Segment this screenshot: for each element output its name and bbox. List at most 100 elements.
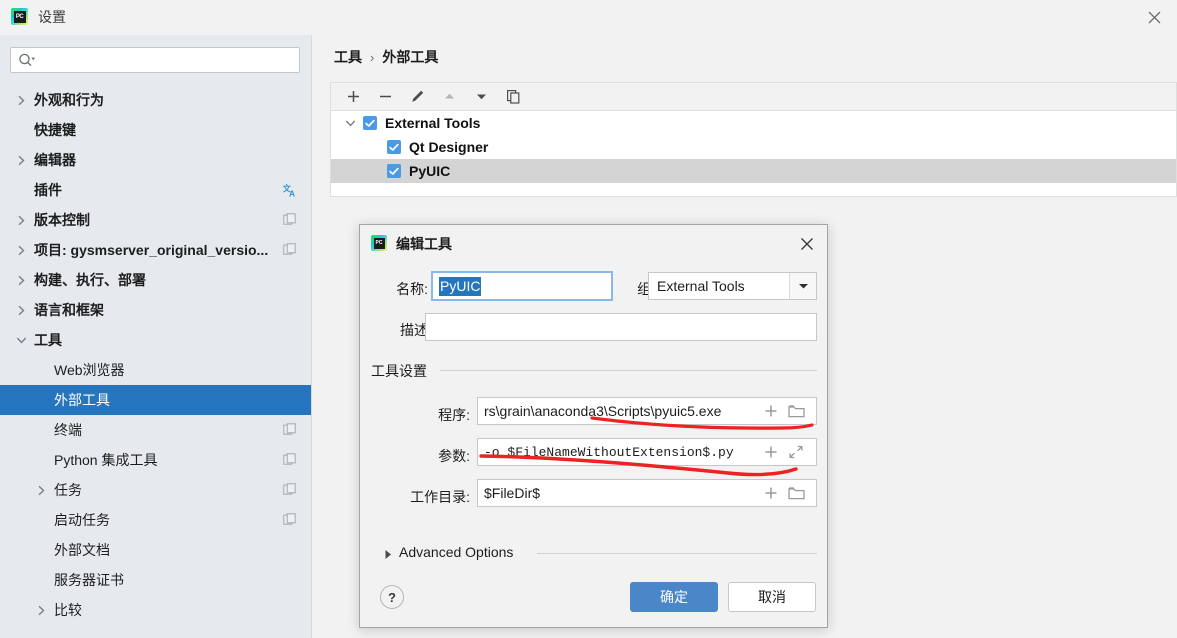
sidebar-item-3[interactable]: 编辑器 — [0, 145, 311, 175]
tool-list-label: PyUIC — [409, 163, 451, 179]
window-title: 设置 — [38, 9, 66, 25]
name-input[interactable]: PyUIC — [431, 271, 613, 301]
chevron-right-icon[interactable] — [34, 603, 48, 617]
window-titlebar: PC 设置 — [0, 0, 1177, 36]
plus-icon[interactable] — [764, 404, 778, 423]
advanced-options-label[interactable]: Advanced Options — [399, 544, 522, 560]
tool-list-label: External Tools — [385, 115, 481, 131]
dialog-title: 编辑工具 — [396, 236, 452, 252]
pycharm-icon-text: PC — [13, 10, 26, 23]
project-scope-icon — [283, 423, 297, 437]
sidebar-item-label: 插件 — [34, 182, 62, 198]
sidebar-item-label: 比较 — [54, 602, 82, 618]
breadcrumb-separator: › — [370, 49, 375, 65]
search-input[interactable] — [41, 48, 297, 74]
name-input-value: PyUIC — [439, 276, 482, 296]
move-up-icon[interactable] — [435, 85, 463, 109]
parameters-label: 参数: — [438, 448, 470, 464]
close-icon[interactable] — [1131, 0, 1177, 34]
description-input[interactable] — [425, 313, 817, 341]
search-box[interactable] — [10, 47, 300, 74]
chevron-right-icon[interactable] — [14, 273, 28, 287]
parameters-field-icons — [764, 445, 804, 464]
sidebar-item-9[interactable]: 工具 — [0, 325, 311, 355]
sidebar-item-4[interactable]: 插件 文 A — [0, 175, 311, 205]
working-directory-label: 工作目录: — [410, 489, 470, 505]
project-scope-icon — [283, 483, 297, 497]
chevron-right-icon[interactable] — [14, 93, 28, 107]
chevron-right-icon[interactable] — [34, 483, 48, 497]
translate-icon: 文A — [283, 183, 297, 199]
move-down-icon[interactable] — [467, 85, 495, 109]
sidebar-item-17[interactable]: 服务器证书 — [0, 565, 311, 595]
sidebar-item-label: 外部工具 — [54, 392, 110, 408]
chevron-right-icon[interactable] — [14, 213, 28, 227]
add-button[interactable] — [339, 85, 367, 109]
sidebar-item-12[interactable]: 终端 — [0, 415, 311, 445]
sidebar-item-15[interactable]: 启动任务 — [0, 505, 311, 535]
close-icon[interactable] — [797, 234, 817, 254]
settings-tree: 外观和行为快捷键 编辑器插件 文 A 版本控制项目: gysmserver_origin… — [0, 85, 311, 625]
breadcrumb-current: 外部工具 — [382, 49, 439, 65]
sidebar-item-8[interactable]: 语言和框架 — [0, 295, 311, 325]
project-scope-icon — [283, 243, 297, 257]
sidebar-item-7[interactable]: 构建、执行、部署 — [0, 265, 311, 295]
expand-icon[interactable] — [788, 445, 804, 464]
sidebar-item-label: Python 集成工具 — [54, 452, 158, 468]
sidebar-item-1[interactable]: 外观和行为 — [0, 85, 311, 115]
ok-button[interactable]: 确定 — [630, 582, 718, 612]
tool-list-row[interactable]: Qt Designer — [331, 135, 1176, 159]
edit-tool-dialog: PC 编辑工具 名称: PyUIC 组: External Tools 描述 工… — [359, 224, 828, 628]
sidebar-item-5[interactable]: 版本控制 — [0, 205, 311, 235]
sidebar-item-label: Web浏览器 — [54, 362, 125, 378]
settings-sidebar: 外观和行为快捷键 编辑器插件 文 A 版本控制项目: gysmserver_origin… — [0, 35, 312, 638]
checkbox-checked-icon[interactable] — [387, 140, 401, 154]
sidebar-item-16[interactable]: 外部文档 — [0, 535, 311, 565]
advanced-options-chevron-icon[interactable] — [384, 547, 393, 565]
tool-list-row[interactable]: External Tools — [331, 111, 1176, 135]
chevron-right-icon[interactable] — [14, 303, 28, 317]
working-directory-field-icons — [764, 486, 805, 505]
chevron-right-icon[interactable] — [14, 243, 28, 257]
copy-icon[interactable] — [499, 85, 527, 109]
plus-icon[interactable] — [764, 486, 778, 505]
remove-button[interactable] — [371, 85, 399, 109]
cancel-button-label: 取消 — [758, 589, 786, 605]
sidebar-item-label: 终端 — [54, 422, 82, 438]
project-scope-icon — [283, 453, 297, 467]
sidebar-item-6[interactable]: 项目: gysmserver_original_versio... — [0, 235, 311, 265]
pycharm-icon-text: PC — [373, 237, 385, 249]
program-label: 程序: — [438, 407, 470, 423]
settings-window: PC 设置 外观和行为快捷键 编辑器插件 文 A 版本控制项目: gysmserver_… — [0, 0, 1177, 638]
plus-icon[interactable] — [764, 445, 778, 464]
external-tools-toolbar — [330, 82, 1177, 110]
sidebar-item-18[interactable]: 比较 — [0, 595, 311, 625]
folder-icon[interactable] — [788, 404, 805, 423]
chevron-down-icon[interactable] — [14, 333, 28, 347]
chevron-down-icon[interactable] — [343, 116, 357, 130]
dialog-titlebar: PC 编辑工具 — [360, 225, 827, 261]
tool-list-row[interactable]: PyUIC — [331, 159, 1176, 183]
tool-list-label: Qt Designer — [409, 139, 489, 155]
folder-icon[interactable] — [788, 486, 805, 505]
checkbox-checked-icon[interactable] — [363, 116, 377, 130]
breadcrumb-parent[interactable]: 工具 — [334, 47, 362, 67]
sidebar-item-2[interactable]: 快捷键 — [0, 115, 311, 145]
program-field-icons — [764, 404, 805, 423]
group-select[interactable]: External Tools — [648, 272, 817, 300]
cancel-button[interactable]: 取消 — [728, 582, 816, 612]
sidebar-item-14[interactable]: 任务 — [0, 475, 311, 505]
chevron-down-icon[interactable] — [789, 273, 816, 299]
sidebar-item-10[interactable]: Web浏览器 — [0, 355, 311, 385]
sidebar-item-13[interactable]: Python 集成工具 — [0, 445, 311, 475]
help-button[interactable]: ? — [380, 585, 404, 609]
description-label: 描述 — [400, 322, 428, 338]
sidebar-item-11[interactable]: 外部工具 — [0, 385, 311, 415]
sidebar-item-label: 服务器证书 — [54, 572, 124, 588]
chevron-right-icon[interactable] — [14, 153, 28, 167]
checkbox-checked-icon[interactable] — [387, 164, 401, 178]
sidebar-item-label: 版本控制 — [34, 212, 90, 228]
group-divider — [440, 370, 817, 371]
sidebar-item-label: 外观和行为 — [34, 92, 104, 108]
edit-pencil-icon[interactable] — [403, 85, 431, 109]
